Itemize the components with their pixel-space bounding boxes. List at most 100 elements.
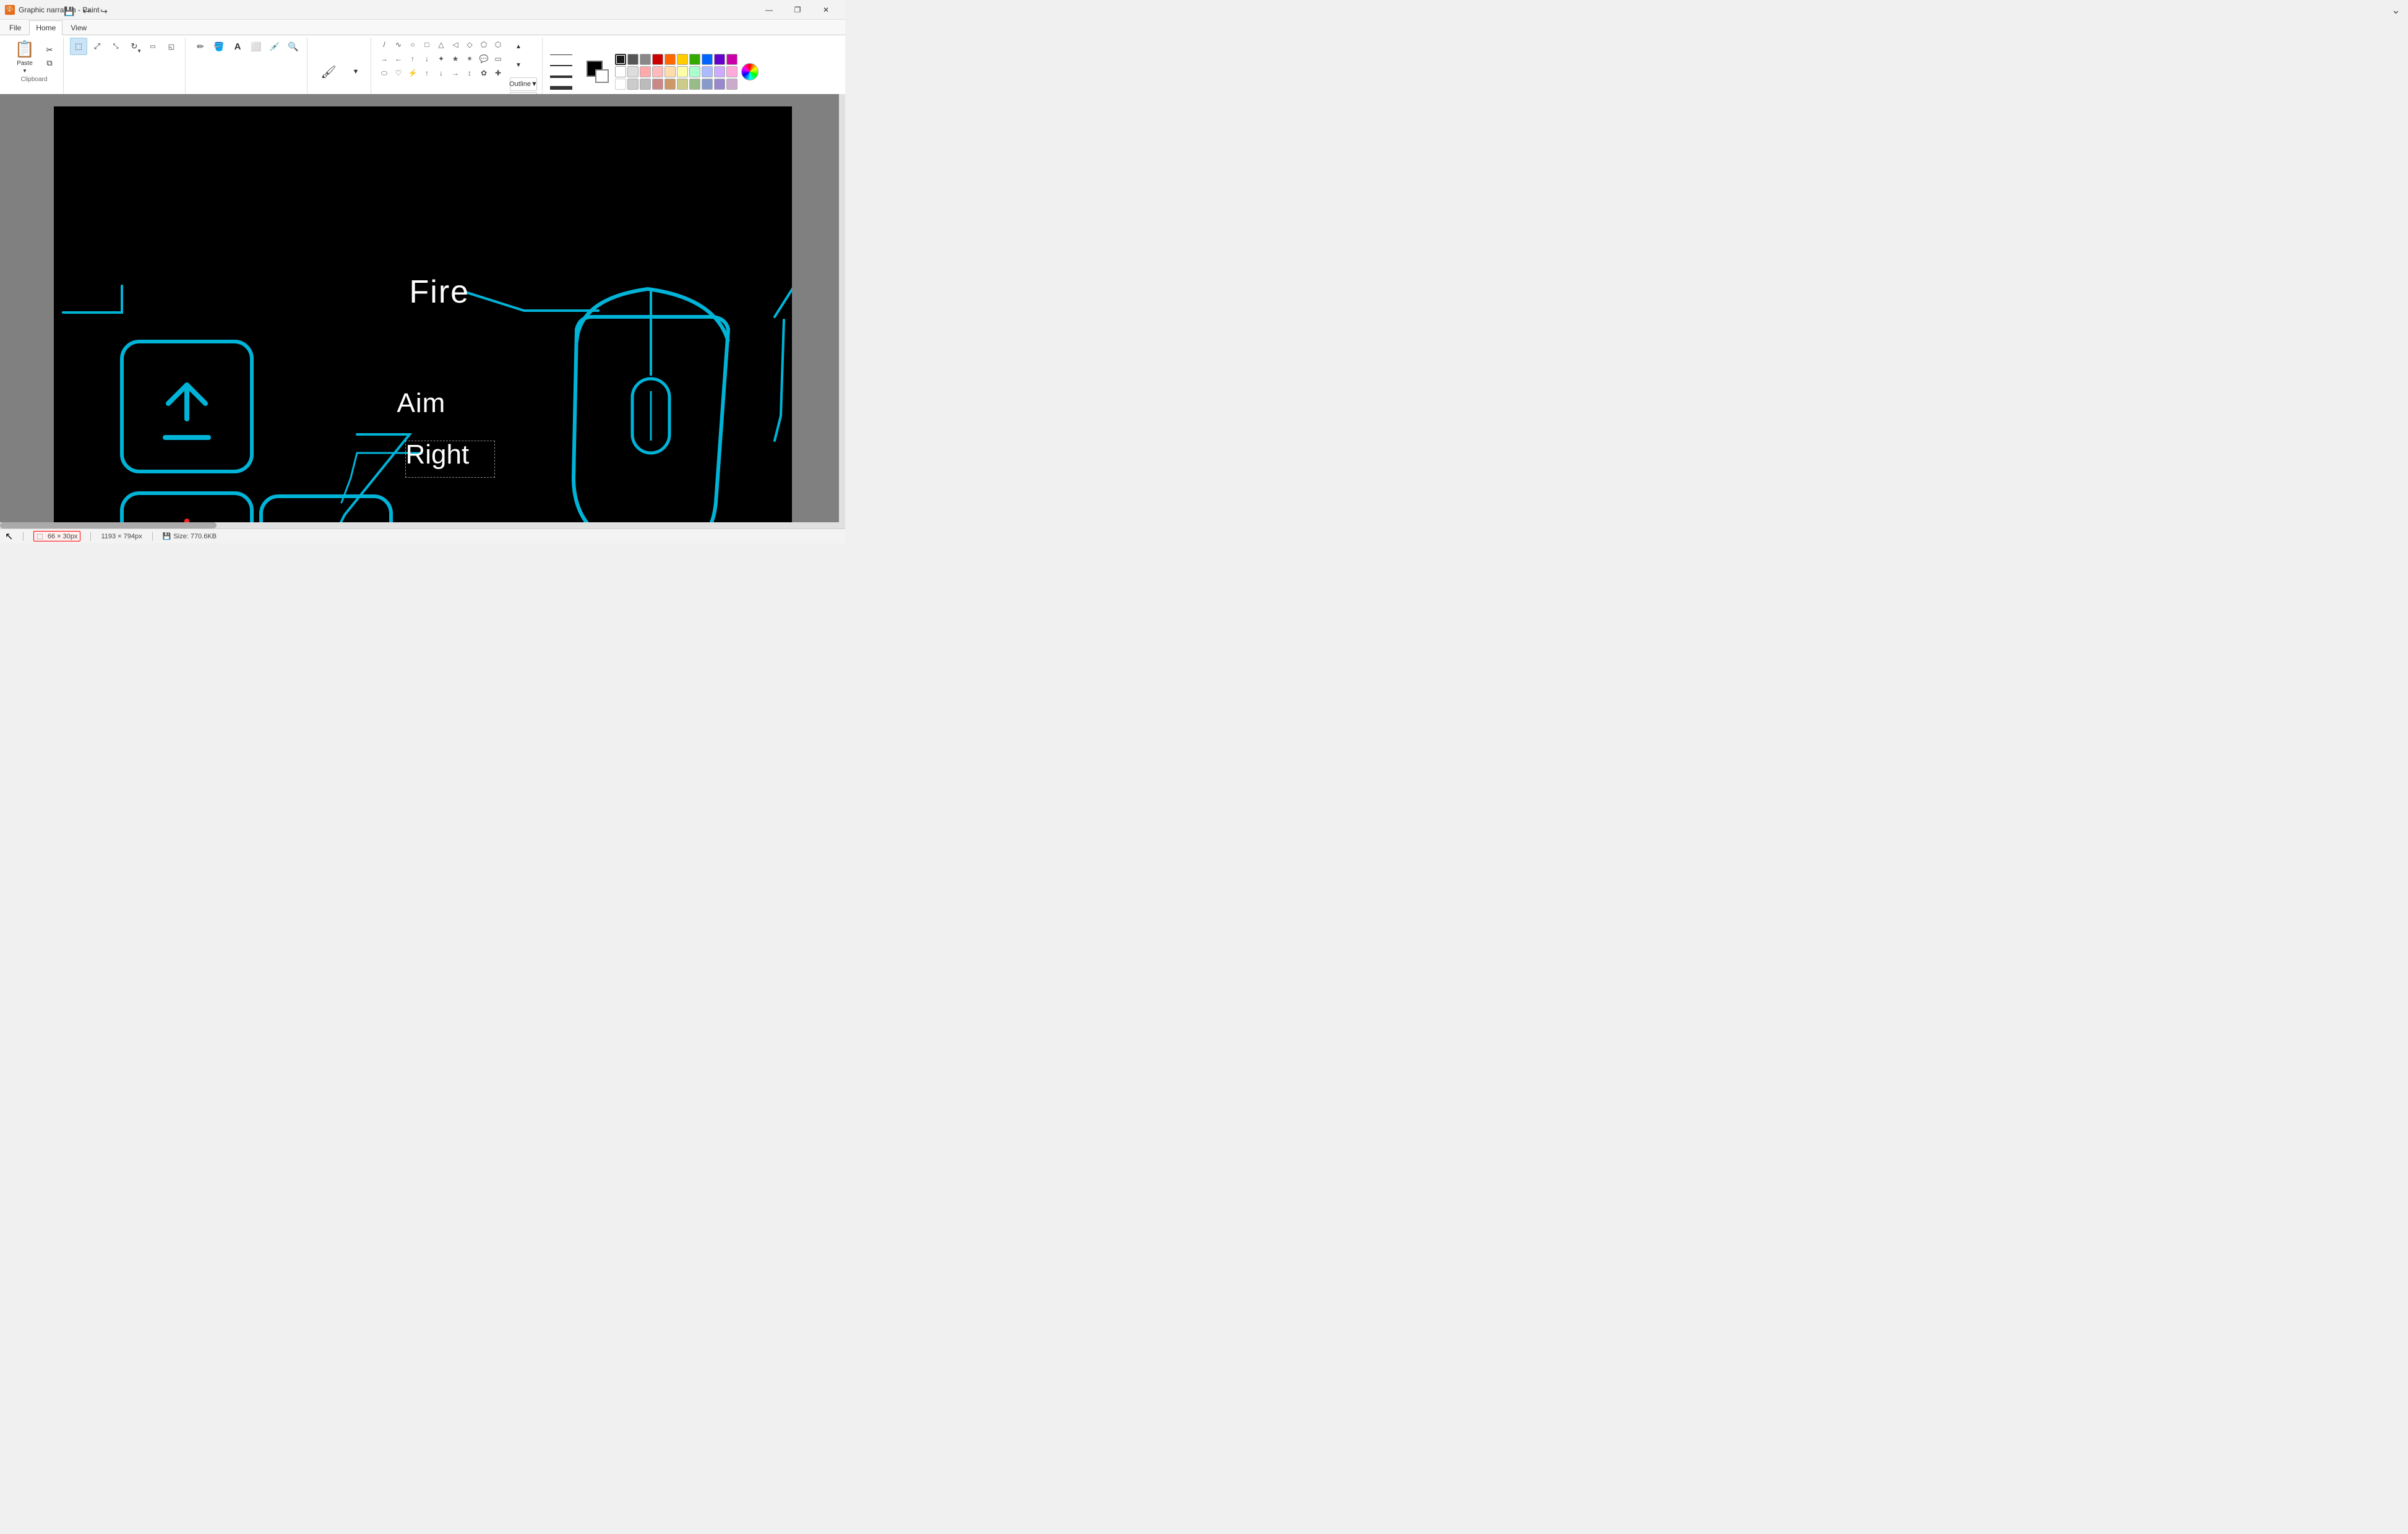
size-2[interactable]: [549, 61, 574, 71]
undo-button[interactable]: ↩: [79, 4, 94, 19]
shape-rounded-rect[interactable]: ▭: [491, 52, 505, 66]
size-1[interactable]: [549, 50, 574, 59]
resize-button[interactable]: ⤡: [107, 38, 124, 55]
swatch-orange[interactable]: [664, 54, 676, 65]
redo-button[interactable]: ↪: [97, 4, 111, 19]
shape-triangle[interactable]: △: [434, 38, 448, 51]
minimize-button[interactable]: —: [755, 0, 783, 20]
colorpicker-button[interactable]: 💉: [266, 38, 283, 55]
swatch-blue[interactable]: [702, 54, 713, 65]
shape-ellipse[interactable]: ⬭: [377, 66, 391, 80]
selection-size-indicator[interactable]: ⬚ 66 × 30px: [33, 531, 80, 541]
swatch-ltgreen[interactable]: [689, 66, 700, 77]
swatch-dkorange[interactable]: [664, 79, 676, 90]
swatch-ltorange[interactable]: [664, 66, 676, 77]
tab-view[interactable]: View: [64, 20, 93, 35]
shape-star4[interactable]: ✦: [434, 52, 448, 66]
brush-dropdown-button[interactable]: ▼: [346, 64, 366, 80]
horizontal-scrollbar[interactable]: [0, 522, 845, 528]
swatch-mdgray[interactable]: [627, 79, 639, 90]
shape-line[interactable]: /: [377, 38, 391, 51]
swatch-ltpurple[interactable]: [714, 66, 725, 77]
color-wheel[interactable]: [741, 63, 759, 80]
shape-star5[interactable]: ★: [449, 52, 462, 66]
swatch-white[interactable]: [615, 66, 626, 77]
shape-scroll-lr[interactable]: →: [449, 66, 462, 80]
swatch-white2[interactable]: [615, 79, 626, 90]
shape-rtriangle[interactable]: ◁: [449, 38, 462, 51]
swatch-ltblue[interactable]: [702, 66, 713, 77]
paste-button[interactable]: 📋 Paste ▼: [10, 38, 40, 75]
shape-hexagon[interactable]: ⬡: [491, 38, 505, 51]
crop-button[interactable]: ⤢: [88, 38, 106, 55]
swatch-red[interactable]: [652, 54, 663, 65]
tab-file[interactable]: File: [2, 20, 28, 35]
text-button[interactable]: A: [229, 38, 246, 55]
vertical-scrollbar[interactable]: [839, 94, 845, 528]
swatch-dkpink[interactable]: [726, 79, 737, 90]
swatch-mdgray2[interactable]: [640, 79, 651, 90]
shape-callout[interactable]: 💬: [477, 52, 491, 66]
close-button[interactable]: ✕: [812, 0, 840, 20]
eraser-button[interactable]: ⬜: [247, 38, 265, 55]
swatch-black[interactable]: [615, 54, 626, 65]
brush-select-button[interactable]: 🖌: [314, 56, 343, 88]
pencil-button[interactable]: ✏: [192, 38, 209, 55]
shape-scroll-dn[interactable]: ↓: [434, 66, 448, 80]
cursor-tool-icon[interactable]: ↖: [5, 530, 13, 543]
shape-scroll-up[interactable]: ↑: [420, 66, 434, 80]
size-3[interactable]: [549, 72, 574, 82]
select-button[interactable]: ⬚: [70, 38, 87, 55]
swatch-darkgray[interactable]: [627, 54, 639, 65]
swatch-green[interactable]: [689, 54, 700, 65]
shape-heart[interactable]: ♡: [392, 66, 405, 80]
fill-button[interactable]: 🪣: [210, 38, 228, 55]
swatch-dkred[interactable]: [652, 79, 663, 90]
shapes-scroll-up[interactable]: ▲: [510, 38, 527, 55]
shape-curve[interactable]: ∿: [392, 38, 405, 51]
shape-star6[interactable]: ✶: [463, 52, 476, 66]
shapes-scroll-dn[interactable]: ▼: [510, 56, 527, 74]
swatch-dkblue[interactable]: [702, 79, 713, 90]
swatch-dkpurple[interactable]: [714, 79, 725, 90]
swatch-ltgray[interactable]: [627, 66, 639, 77]
swatch-yellow[interactable]: [677, 54, 688, 65]
shape-flower[interactable]: ✿: [477, 66, 491, 80]
tab-home[interactable]: Home: [29, 20, 62, 35]
magnifier-button[interactable]: 🔍: [285, 38, 302, 55]
shape-pentagon[interactable]: ⬠: [477, 38, 491, 51]
shape-arrow-l[interactable]: ←: [392, 52, 405, 66]
maximize-button[interactable]: ❐: [783, 0, 812, 20]
shape-cross[interactable]: ✚: [491, 66, 505, 80]
swatch-gray[interactable]: [640, 54, 651, 65]
rotate-button[interactable]: ↻ ▼: [126, 38, 143, 55]
cut-button[interactable]: ✂: [41, 44, 58, 56]
canvas-area[interactable]: Fire Aim Right ⬚ 66 × 30px: [0, 94, 845, 528]
swatch-ltred2[interactable]: [652, 66, 663, 77]
swatch-dkyellow[interactable]: [677, 79, 688, 90]
outline-button[interactable]: Outline▼: [510, 77, 537, 91]
expand-ribbon-button[interactable]: ⌄: [2391, 4, 2401, 17]
swatch-ltpink[interactable]: [726, 66, 737, 77]
canvas-content[interactable]: Fire Aim Right ⬚ 66 × 30px: [54, 106, 792, 528]
shape-arrow-d[interactable]: ↓: [420, 52, 434, 66]
swatch-magenta[interactable]: [726, 54, 737, 65]
shape-scroll-ud[interactable]: ↕: [463, 66, 476, 80]
save-button[interactable]: 💾: [62, 4, 77, 19]
swatch-purple[interactable]: [714, 54, 725, 65]
shape-arrow-r[interactable]: →: [377, 52, 391, 66]
size-4[interactable]: [549, 83, 574, 93]
shape-lightning[interactable]: ⚡: [406, 66, 419, 80]
swatch-ltred[interactable]: [640, 66, 651, 77]
shape-arrow-u[interactable]: ↑: [406, 52, 419, 66]
shape-oval[interactable]: ○: [406, 38, 419, 51]
canvas-button[interactable]: ▭: [144, 38, 161, 55]
color2-indicator[interactable]: [595, 69, 609, 83]
copy-button[interactable]: ⧉: [41, 57, 58, 69]
swatch-ltyellow[interactable]: [677, 66, 688, 77]
shape-diamond[interactable]: ◇: [463, 38, 476, 51]
swatch-dkgreen[interactable]: [689, 79, 700, 90]
shape-rect[interactable]: □: [420, 38, 434, 51]
h-scroll-thumb[interactable]: [0, 522, 217, 528]
select-all-button[interactable]: ◱: [163, 38, 180, 55]
